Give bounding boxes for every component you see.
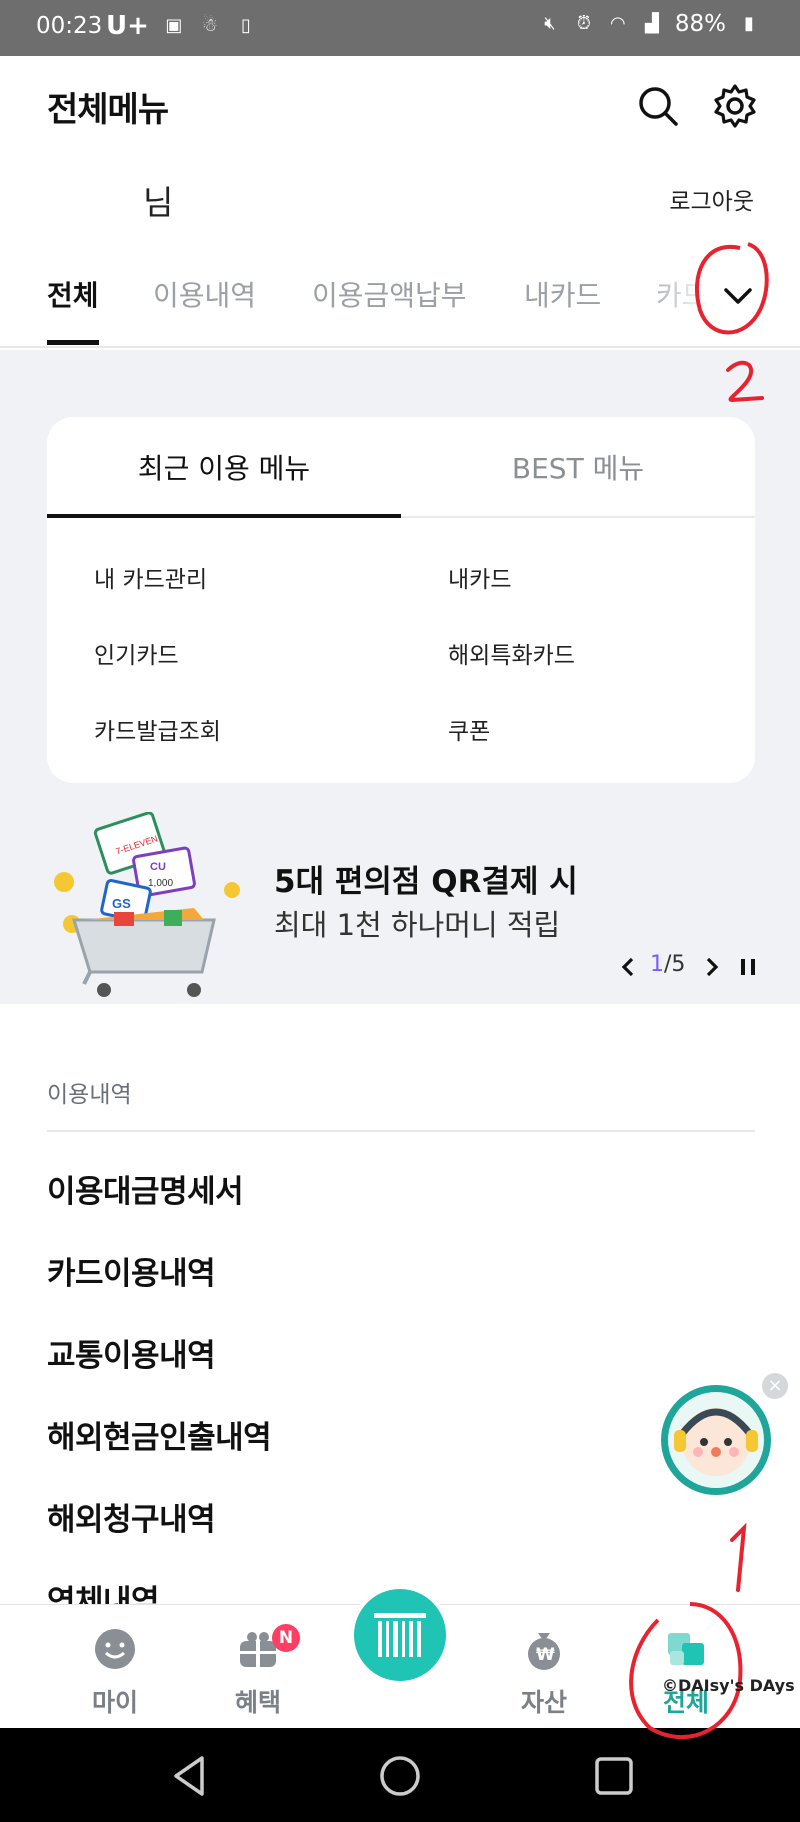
recent-menu-card: 최근 이용 메뉴 BEST 메뉴 내 카드관리 내카드 인기카드 해외특화카드 …: [47, 417, 755, 783]
menu-item-overseas-card[interactable]: 해외특화카드: [448, 636, 575, 670]
menu-item-my-card-manage[interactable]: 내 카드관리: [94, 560, 207, 594]
gear-icon[interactable]: [712, 83, 758, 129]
shopping-cart-banner-image[interactable]: 7-ELEVEN CU 1,000 GS: [44, 812, 254, 1002]
active-card-tab-indicator: [47, 514, 401, 518]
user-name-suffix: 님: [143, 183, 174, 222]
list-item-overseas-withdrawal[interactable]: 해외현금인출내역: [47, 1412, 272, 1457]
recents-icon[interactable]: [592, 1754, 636, 1798]
pause-icon[interactable]: [738, 957, 758, 977]
status-time: 00:23: [36, 13, 103, 39]
gallery-icon: ▣: [165, 15, 183, 36]
new-badge: N: [272, 1624, 300, 1652]
page-title: 전체메뉴: [47, 90, 169, 130]
nav-item-all[interactable]: 전체: [616, 1605, 756, 1729]
tab-usage-history[interactable]: 이용내역: [153, 274, 256, 314]
pager-current: 1: [650, 952, 664, 977]
money-bag-icon: ₩: [528, 1633, 560, 1670]
nav-label-my: 마이: [91, 1688, 138, 1717]
barcode-icon: [374, 1613, 426, 1657]
signal-icon: ▟: [644, 13, 659, 34]
pager-total: 5: [671, 952, 686, 977]
tab-my-card[interactable]: 내카드: [524, 274, 601, 314]
logout-button[interactable]: 로그아웃: [669, 182, 754, 216]
user-row: 님 로그아웃: [0, 160, 800, 230]
carrier-label: U+: [106, 11, 149, 41]
battery-percent: 88%: [674, 11, 726, 37]
menu-item-popular-card[interactable]: 인기카드: [94, 636, 179, 670]
header: 전체메뉴: [0, 56, 800, 156]
tabs-fade: [640, 252, 710, 342]
alarm-icon: ⏰︎: [576, 13, 591, 34]
search-icon[interactable]: [636, 84, 680, 128]
svg-text:₩: ₩: [536, 1645, 555, 1665]
nav-item-benefit[interactable]: 혜택: [188, 1605, 328, 1729]
home-icon[interactable]: [378, 1754, 422, 1798]
smile-icon: [95, 1629, 135, 1669]
banner-pager: 1/5: [620, 952, 760, 982]
banner-logo-gs: GS: [112, 896, 131, 911]
tab-best-menu[interactable]: BEST 메뉴: [401, 447, 755, 487]
status-bar: 00:23 U+ ▣ ☃ ▯ 🔇︎ ⏰︎ ◠ ▟ 88% ▮: [0, 0, 800, 56]
banner-subtitle[interactable]: 최대 1천 하나머니 적립: [274, 902, 560, 944]
chevron-down-icon[interactable]: [718, 276, 758, 316]
tab-all[interactable]: 전체: [47, 274, 99, 314]
tab-recent-menu[interactable]: 최근 이용 메뉴: [47, 447, 401, 487]
system-nav-bar: [0, 1728, 800, 1822]
banner-title[interactable]: 5대 편의점 QR결제 시: [274, 856, 578, 901]
category-tabs: 전체 이용내역 이용금액납부 내카드 카드: [0, 252, 800, 348]
list-item-statement[interactable]: 이용대금명세서: [47, 1166, 244, 1211]
barcode-pay-button[interactable]: [350, 1585, 450, 1685]
banner-logo-cu: CU: [150, 861, 166, 873]
menu-item-my-card[interactable]: 내카드: [448, 560, 511, 594]
list-item-transit-usage[interactable]: 교통이용내역: [47, 1330, 216, 1375]
tab-payment[interactable]: 이용금액납부: [312, 274, 467, 314]
section-label-usage: 이용내역: [47, 1082, 132, 1108]
watermark: ©DAIsy's DAys: [662, 1676, 795, 1695]
list-item-overseas-billing[interactable]: 해외청구내역: [47, 1494, 216, 1539]
mute-icon: 🔇︎: [544, 13, 556, 34]
battery-icon: ▮: [744, 13, 754, 34]
divider: [47, 1130, 755, 1132]
all-menu-icon: [668, 1633, 704, 1665]
menu-item-card-issue-status[interactable]: 카드발급조회: [94, 712, 221, 746]
chatbot-avatar-icon[interactable]: [658, 1382, 774, 1498]
nav-item-my[interactable]: 마이: [45, 1605, 185, 1729]
wifi-icon: ◠: [610, 13, 626, 34]
notification-icon: ☃: [201, 15, 218, 36]
chevron-right-icon[interactable]: [704, 956, 720, 978]
nav-label-asset: 자산: [520, 1688, 567, 1717]
banner-points-label: 1,000: [148, 878, 173, 889]
close-icon[interactable]: ×: [762, 1373, 788, 1399]
nav-item-asset[interactable]: ₩ 자산: [474, 1605, 614, 1729]
sd-icon: ▯: [240, 15, 251, 36]
nav-label-benefit: 혜택: [234, 1688, 281, 1717]
menu-item-coupon[interactable]: 쿠폰: [448, 712, 490, 746]
back-icon[interactable]: [168, 1754, 212, 1798]
list-item-card-usage[interactable]: 카드이용내역: [47, 1248, 216, 1293]
active-tab-indicator: [47, 340, 99, 345]
chevron-left-icon[interactable]: [620, 956, 636, 978]
